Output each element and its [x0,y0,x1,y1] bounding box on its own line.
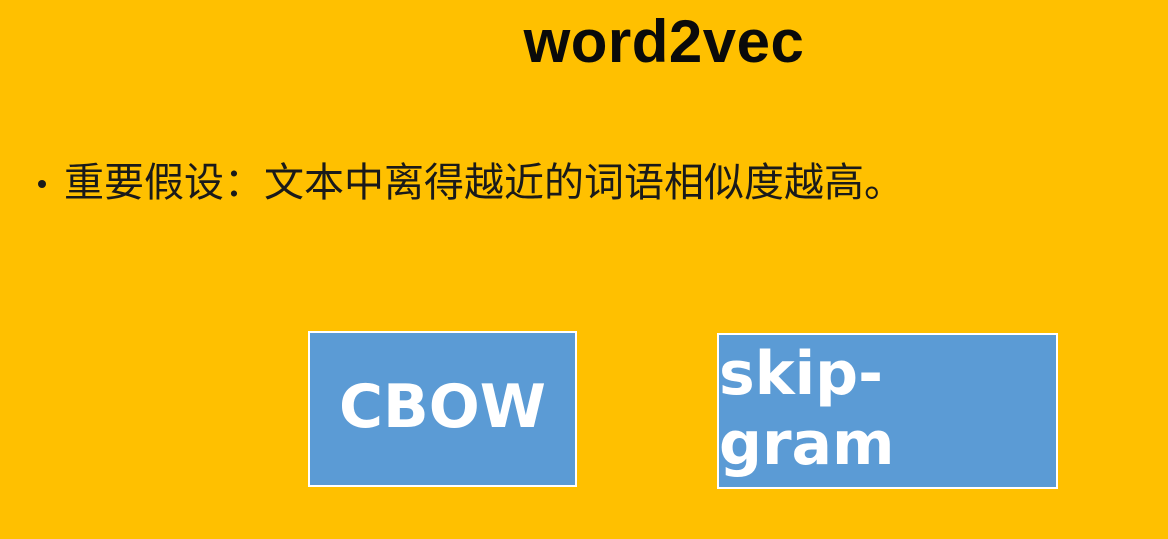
bullet-icon [38,180,46,188]
bullet-point: 重要假设：文本中离得越近的词语相似度越高。 [38,158,904,208]
bullet-text: 重要假设：文本中离得越近的词语相似度越高。 [64,160,904,206]
slide-canvas: word2vec 重要假设：文本中离得越近的词语相似度越高。 CBOW skip… [0,0,1168,539]
skip-gram-box[interactable]: skip-gram [717,333,1058,489]
slide-title: word2vec [523,8,805,75]
skip-gram-label: skip-gram [719,339,895,479]
cbow-box[interactable]: CBOW [308,331,577,487]
cbow-label: CBOW [339,372,546,442]
